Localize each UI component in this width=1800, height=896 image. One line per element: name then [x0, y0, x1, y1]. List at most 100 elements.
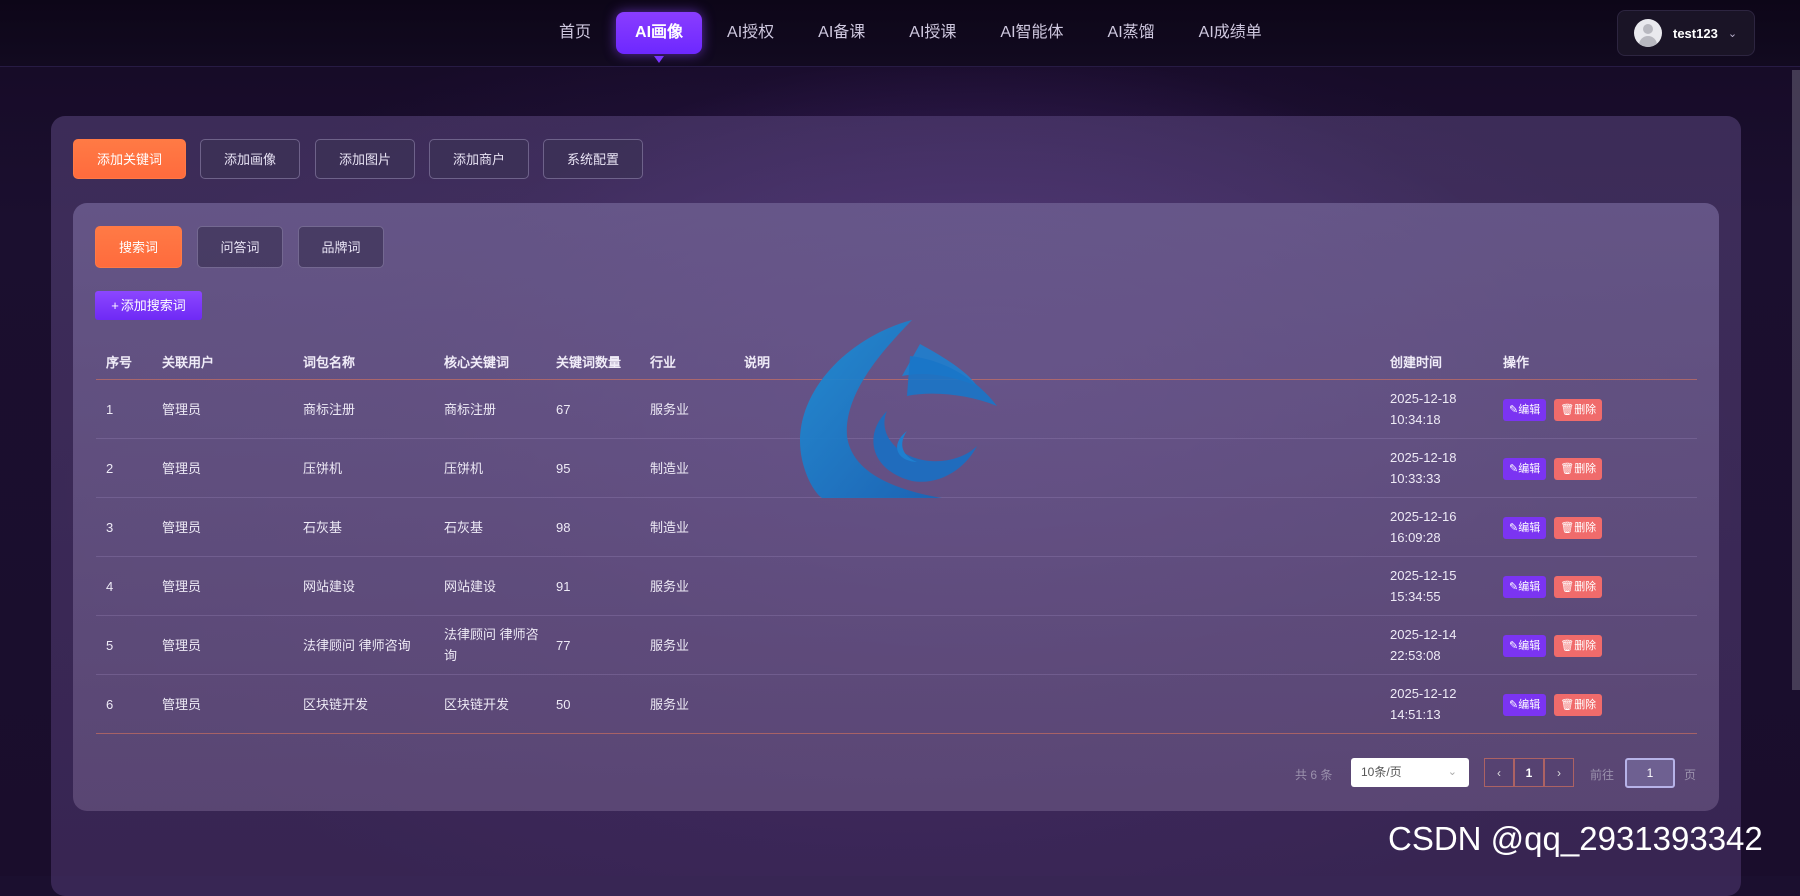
top-navigation-bar: 首页 AI画像 AI授权 AI备课 AI授课 AI智能体 AI蒸馏 AI成绩单 … — [0, 0, 1800, 67]
page-number[interactable]: 1 — [1514, 758, 1544, 787]
prev-page-button[interactable]: ‹ — [1484, 758, 1514, 787]
edit-icon: ✎ — [1509, 639, 1519, 652]
nav-ai-authorization[interactable]: AI授权 — [708, 12, 793, 54]
edit-button[interactable]: ✎编辑 — [1503, 693, 1547, 716]
delete-label: 删除 — [1574, 698, 1597, 711]
watermark-text: CSDN @qq_2931393342 — [1388, 820, 1763, 857]
edit-button[interactable]: ✎编辑 — [1503, 457, 1547, 480]
row-created: 2025-12-15 15:34:55 — [1380, 556, 1493, 616]
created-date: 2025-12-12 — [1390, 686, 1457, 701]
nav-ai-lesson-prep[interactable]: AI备课 — [799, 12, 884, 54]
edit-button[interactable]: ✎编辑 — [1503, 398, 1547, 421]
created-date: 2025-12-18 — [1390, 450, 1457, 465]
row-core: 商标注册 — [434, 379, 546, 439]
edit-label: 编辑 — [1518, 521, 1541, 534]
tab-brand-words[interactable]: 品牌词 — [298, 226, 384, 268]
chevron-down-icon: ⌄ — [1447, 766, 1457, 778]
edit-button[interactable]: ✎编辑 — [1503, 634, 1547, 657]
row-pack: 区块链开发 — [293, 674, 434, 734]
row-industry: 服务业 — [640, 379, 734, 439]
table-row: 4 管理员 网站建设 网站建设 91 服务业 2025-12-15 15:34:55 ✎编辑 🗑删… — [96, 556, 1697, 616]
row-count: 77 — [546, 615, 640, 675]
delete-label: 删除 — [1574, 639, 1597, 652]
page-size-select[interactable]: 10条/页 ⌄ — [1351, 758, 1469, 787]
user-menu[interactable]: test123 ⌄ — [1617, 10, 1755, 56]
delete-label: 删除 — [1574, 403, 1597, 416]
chevron-down-icon: ⌄ — [1727, 27, 1738, 40]
row-no: 2 — [96, 438, 152, 498]
col-user: 关联用户 — [152, 344, 293, 380]
trash-icon: 🗑 — [1560, 698, 1575, 711]
add-keyword-button[interactable]: 添加关键词 — [73, 139, 186, 179]
row-count: 91 — [546, 556, 640, 616]
edit-button[interactable]: ✎编辑 — [1503, 575, 1547, 598]
row-pack: 法律顾问 律师咨询 — [293, 615, 434, 675]
table-row: 5 管理员 法律顾问 律师咨询 法律顾问 律师咨询 77 服务业 2025-12-14 22:… — [96, 615, 1697, 675]
row-no: 4 — [96, 556, 152, 616]
nav-ai-portrait[interactable]: AI画像 — [616, 12, 703, 63]
col-core: 核心关键词 — [434, 344, 546, 380]
nav-ai-agent[interactable]: AI智能体 — [981, 12, 1082, 54]
delete-button[interactable]: 🗑删除 — [1554, 693, 1603, 716]
delete-label: 删除 — [1574, 462, 1597, 475]
scrollbar[interactable] — [1792, 70, 1800, 690]
row-industry: 服务业 — [640, 615, 734, 675]
nav-ai-distill[interactable]: AI蒸馏 — [1089, 12, 1174, 54]
row-created: 2025-12-14 22:53:08 — [1380, 615, 1493, 675]
table-row: 3 管理员 石灰基 石灰基 98 制造业 2025-12-16 16:09:28 ✎编辑 🗑删除 — [96, 497, 1697, 557]
delete-button[interactable]: 🗑删除 — [1554, 457, 1603, 480]
main-nav: 首页 AI画像 AI授权 AI备课 AI授课 AI智能体 AI蒸馏 AI成绩单 — [540, 12, 1287, 63]
add-merchant-button[interactable]: 添加商户 — [429, 139, 529, 179]
edit-icon: ✎ — [1509, 521, 1519, 534]
row-user: 管理员 — [152, 497, 293, 557]
trash-icon: 🗑 — [1560, 639, 1575, 652]
next-page-button[interactable]: › — [1544, 758, 1574, 787]
delete-button[interactable]: 🗑删除 — [1554, 575, 1603, 598]
delete-label: 删除 — [1574, 580, 1597, 593]
row-actions: ✎编辑 🗑删除 — [1493, 615, 1697, 675]
delete-button[interactable]: 🗑删除 — [1554, 516, 1603, 539]
row-created: 2025-12-16 16:09:28 — [1380, 497, 1493, 557]
created-time: 10:33:33 — [1390, 471, 1441, 486]
row-desc — [734, 674, 1380, 734]
add-portrait-button[interactable]: 添加画像 — [200, 139, 300, 179]
delete-button[interactable]: 🗑删除 — [1554, 398, 1603, 421]
trash-icon: 🗑 — [1560, 403, 1575, 416]
created-time: 14:51:13 — [1390, 707, 1441, 722]
edit-label: 编辑 — [1518, 462, 1541, 475]
created-date: 2025-12-16 — [1390, 509, 1457, 524]
add-search-word-button[interactable]: + 添加搜索词 — [95, 291, 202, 320]
edit-icon: ✎ — [1509, 462, 1519, 475]
watermark-logo — [800, 320, 997, 498]
system-config-button[interactable]: 系统配置 — [543, 139, 643, 179]
tab-search-words[interactable]: 搜索词 — [95, 226, 182, 268]
created-date: 2025-12-14 — [1390, 627, 1457, 642]
col-industry: 行业 — [640, 344, 734, 380]
goto-page-input[interactable]: 1 — [1625, 758, 1675, 788]
row-created: 2025-12-12 14:51:13 — [1380, 674, 1493, 734]
edit-button[interactable]: ✎编辑 — [1503, 516, 1547, 539]
nav-home[interactable]: 首页 — [540, 12, 610, 54]
row-core: 区块链开发 — [434, 674, 546, 734]
nav-ai-report-card[interactable]: AI成绩单 — [1180, 12, 1281, 54]
chevron-right-icon: › — [1557, 766, 1561, 780]
row-count: 50 — [546, 674, 640, 734]
col-count: 关键词数量 — [546, 344, 640, 380]
delete-button[interactable]: 🗑删除 — [1554, 634, 1603, 657]
tab-qa-words[interactable]: 问答词 — [197, 226, 283, 268]
created-date: 2025-12-15 — [1390, 568, 1457, 583]
trash-icon: 🗑 — [1560, 521, 1575, 534]
row-actions: ✎编辑 🗑删除 — [1493, 556, 1697, 616]
created-time: 22:53:08 — [1390, 648, 1441, 663]
edit-label: 编辑 — [1518, 698, 1541, 711]
edit-icon: ✎ — [1509, 403, 1519, 416]
row-pack: 压饼机 — [293, 438, 434, 498]
row-count: 98 — [546, 497, 640, 557]
nav-ai-teaching[interactable]: AI授课 — [890, 12, 975, 54]
add-search-word-label: 添加搜索词 — [120, 298, 186, 313]
row-user: 管理员 — [152, 379, 293, 439]
row-no: 5 — [96, 615, 152, 675]
add-image-button[interactable]: 添加图片 — [315, 139, 415, 179]
row-user: 管理员 — [152, 556, 293, 616]
row-core: 网站建设 — [434, 556, 546, 616]
